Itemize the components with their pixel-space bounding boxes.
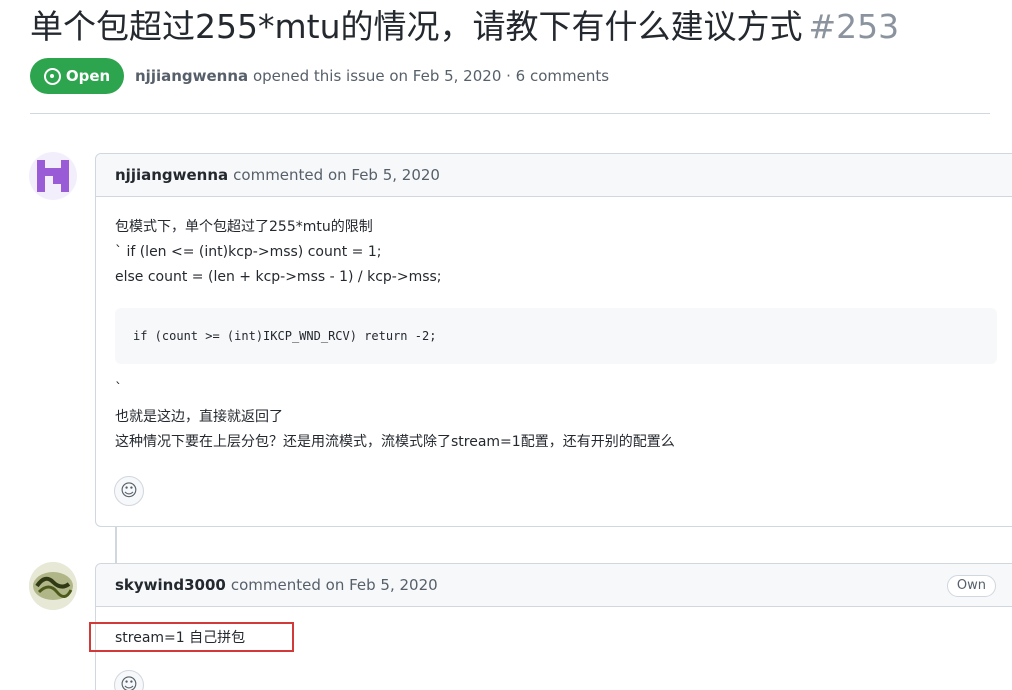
add-reaction-button[interactable]: ☺ [114,476,144,506]
issue-open-icon [43,67,61,85]
issue-meta: njjiangwenna opened this issue on Feb 5,… [135,67,609,85]
smiley-icon: ☺ [120,481,138,501]
comment-timestamp[interactable]: commented on Feb 5, 2020 [231,576,438,594]
identicon-icon [37,160,69,192]
comment-line: ` [115,381,122,397]
comment-header: njjiangwenna commented on Feb 5, 2020 [96,154,1012,197]
comment-timestamp[interactable]: commented on Feb 5, 2020 [233,166,440,184]
avatar-image-icon [29,562,77,610]
timeline-line [115,525,117,565]
issue-state-label: Open [65,67,111,85]
avatar-skywind3000[interactable] [29,562,77,610]
issue-title-text: 单个包超过255*mtu的情况，请教下有什么建议方式 [30,7,803,46]
issue-number[interactable]: #253 [809,7,900,46]
avatar-njjiangwenna[interactable] [29,152,77,200]
issue-page: 单个包超过255*mtu的情况，请教下有什么建议方式 #253 Open njji… [0,0,1012,690]
comment-author-link[interactable]: skywind3000 [115,576,226,594]
owner-badge: Own [946,575,996,597]
smiley-icon: ☺ [120,675,138,690]
comment-line: 包模式下，单个包超过了255*mtu的限制 [115,219,373,235]
header-divider [30,113,990,114]
comment-body: 包模式下，单个包超过了255*mtu的限制 ` if (len <= (int)… [96,197,1012,455]
code-block: if (count >= (int)IKCP_WND_RCV) return -… [115,308,997,364]
issue-author-link[interactable]: njjiangwenna [135,67,248,85]
issue-meta-text: opened this issue on Feb 5, 2020 · 6 com… [252,67,610,85]
highlight-box [89,622,294,652]
issue-state-badge: Open [30,58,124,94]
comment-line: ` if (len <= (int)kcp->mss) count = 1; [115,244,382,260]
comment-author-link[interactable]: njjiangwenna [115,166,228,184]
comment-line: 也就是这边，直接就返回了 [115,409,283,425]
code-text: if (count >= (int)IKCP_WND_RCV) return -… [133,328,437,343]
add-reaction-button[interactable]: ☺ [114,670,144,690]
comment-header: skywind3000 commented on Feb 5, 2020 [96,564,1012,607]
comment-line: 这种情况下要在上层分包？还是用流模式，流模式除了stream=1配置，还有开别的… [115,434,675,450]
comment-card: njjiangwenna commented on Feb 5, 2020 包模… [95,153,1012,527]
issue-title: 单个包超过255*mtu的情况，请教下有什么建议方式 #253 [30,2,899,52]
comment-line: else count = (len + kcp->mss - 1) / kcp-… [115,269,442,285]
